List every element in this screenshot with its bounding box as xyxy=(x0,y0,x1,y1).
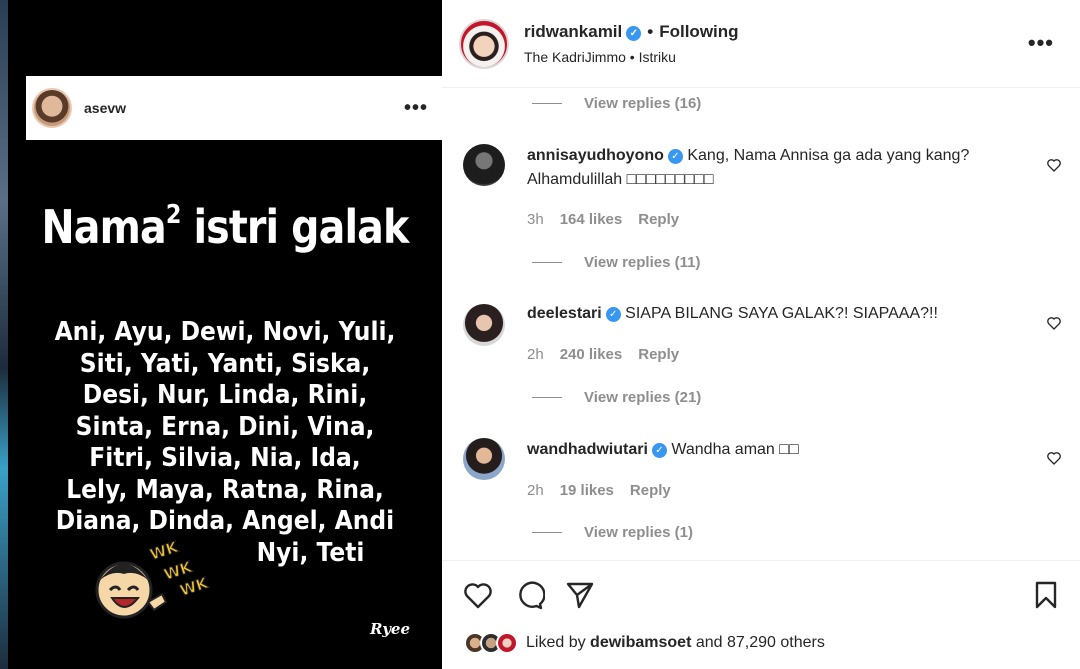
likes-count-link[interactable]: and 87,290 others xyxy=(696,634,825,651)
heart-icon[interactable] xyxy=(462,579,494,611)
names-line: Lely, Maya, Ratna, Rina, xyxy=(66,474,384,505)
names-line: Siti, Yati, Yanti, Siska, xyxy=(79,348,371,379)
owner-line: ridwankamil ✓ • Following xyxy=(524,22,739,42)
comment-body: SIAPA BILANG SAYA GALAK?! SIAPAAA?!! xyxy=(625,305,938,322)
following-button[interactable]: Following xyxy=(659,22,738,41)
view-replies-button[interactable]: View replies (21) xyxy=(532,389,701,406)
replies-line xyxy=(532,262,562,263)
names-line: Fitri, Silvia, Nia, Ida, xyxy=(89,443,361,473)
comments-panel: ridwankamil ✓ • Following The KadriJimmo • … xyxy=(442,0,1080,669)
comment-likes[interactable]: 19 likes xyxy=(560,482,614,499)
comment-body: Wandha aman □□ xyxy=(671,441,799,458)
view-replies-label: View replies (11) xyxy=(584,254,701,271)
names-line: Diana, Dinda, Angel, Andi xyxy=(55,506,395,536)
owner-avatar[interactable] xyxy=(459,19,509,69)
owner-username[interactable]: ridwankamil xyxy=(524,22,622,41)
commenter-avatar[interactable] xyxy=(463,144,505,186)
comment-like-icon[interactable] xyxy=(1046,315,1062,331)
verified-badge-icon: ✓ xyxy=(605,307,621,322)
audio-title: Istriku xyxy=(638,49,676,65)
comment-time: 2h xyxy=(527,346,544,363)
comment-text: deelestari ✓ SIAPA BILANG SAYA GALAK?! SI… xyxy=(527,302,1037,326)
artist-signature: Ryee xyxy=(370,620,411,638)
bookmark-icon[interactable] xyxy=(1030,579,1062,611)
sticker-text: WK xyxy=(148,540,182,564)
share-icon[interactable] xyxy=(564,579,596,611)
view-replies-button[interactable]: View replies (16) xyxy=(532,95,701,112)
post-title-main: Nama xyxy=(41,200,167,254)
view-replies-label: View replies (1) xyxy=(584,524,693,541)
commenter-username[interactable]: annisayudhoyono xyxy=(527,147,664,164)
view-replies-button[interactable]: View replies (1) xyxy=(532,524,693,541)
reply-button[interactable]: Reply xyxy=(638,211,679,228)
post-names-list: Ani, Ayu, Dewi, Novi, Yuli, Siti, Yati, … xyxy=(30,317,421,569)
commenter-avatar[interactable] xyxy=(463,304,505,346)
post-title: Nama2 istri galak xyxy=(38,200,411,254)
post-media: asevw ••• Nama2 istri galak Ani, Ayu, De… xyxy=(8,0,442,669)
comment-meta: 3h 164 likes Reply xyxy=(527,211,695,228)
commenter-username[interactable]: deelestari xyxy=(527,305,602,322)
commenter-username[interactable]: wandhadwiutari xyxy=(527,441,648,458)
media-embedded-header: asevw ••• xyxy=(26,76,442,140)
post-title-sup: 2 xyxy=(165,200,182,230)
verified-badge-icon: ✓ xyxy=(651,443,667,458)
liker-username[interactable]: dewibamsoet xyxy=(590,634,691,651)
reply-button[interactable]: Reply xyxy=(638,346,679,363)
more-options-icon[interactable]: ••• xyxy=(1028,30,1054,56)
media-username: asevw xyxy=(84,100,127,116)
background-page-edge xyxy=(0,0,8,669)
media-more-icon: ••• xyxy=(403,96,428,119)
comment-time: 2h xyxy=(527,482,544,499)
action-bar: Liked by dewibamsoet and 87,290 others xyxy=(442,560,1080,669)
laughing-sticker: WK WK WK xyxy=(95,540,212,619)
comment-like-icon[interactable] xyxy=(1046,157,1062,173)
view-replies-label: View replies (16) xyxy=(584,95,702,112)
comment-likes[interactable]: 240 likes xyxy=(560,346,623,363)
post-title-rest: istri galak xyxy=(180,200,409,254)
liked-by-prefix: Liked by xyxy=(526,634,586,651)
liked-by-text: Liked by dewibamsoet and 87,290 others xyxy=(526,634,825,652)
replies-line xyxy=(532,532,562,533)
reply-button[interactable]: Reply xyxy=(630,482,671,499)
liker-avatar xyxy=(496,632,518,654)
comment-meta: 2h 19 likes Reply xyxy=(527,482,687,499)
view-replies-label: View replies (21) xyxy=(584,389,702,406)
names-line: Desi, Nur, Linda, Rini, xyxy=(82,380,368,410)
separator-dot: • xyxy=(647,22,654,41)
verified-badge-icon: ✓ xyxy=(667,149,683,164)
verified-badge-icon: ✓ xyxy=(626,26,642,41)
names-line: Sinta, Erna, Dini, Vina, xyxy=(75,411,375,442)
view-replies-button[interactable]: View replies (11) xyxy=(532,254,700,271)
liked-by-row: Liked by dewibamsoet and 87,290 others xyxy=(464,632,825,654)
commenter-avatar[interactable] xyxy=(463,438,505,480)
post-header: ridwankamil ✓ • Following The KadriJimmo • … xyxy=(442,0,1080,88)
comment-text: annisayudhoyono ✓ Kang, Nama Annisa ga ad… xyxy=(527,144,1037,192)
media-avatar xyxy=(32,88,72,128)
comment-likes[interactable]: 164 likes xyxy=(560,211,623,228)
comment-icon[interactable] xyxy=(513,579,545,611)
audio-info[interactable]: The KadriJimmo • Istriku xyxy=(524,49,676,65)
audio-artist: The KadriJimmo xyxy=(524,49,626,65)
comment-text: wandhadwiutari ✓ Wandha aman □□ xyxy=(527,438,1037,462)
comment-meta: 2h 240 likes Reply xyxy=(527,346,695,363)
comment-like-icon[interactable] xyxy=(1046,450,1062,466)
names-line: Ani, Ayu, Dewi, Novi, Yuli, xyxy=(54,317,396,347)
comment-time: 3h xyxy=(527,211,544,228)
replies-line xyxy=(532,103,562,104)
replies-line xyxy=(532,397,562,398)
